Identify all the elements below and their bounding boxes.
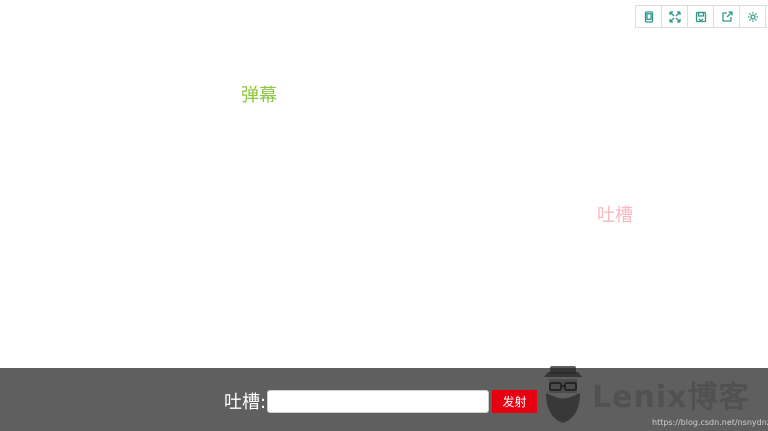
tablet-button[interactable] [636,6,662,28]
toolbar [635,5,767,28]
share-button[interactable] [714,6,740,28]
watermark-brand: Lenix博客 [592,380,750,415]
danmaku-message: 吐槽 [597,205,633,226]
gear-icon [747,12,758,22]
watermark-url: https://blog.csdn.net/nsnydnz [652,418,768,427]
fullscreen-button[interactable] [662,6,688,28]
danmaku-stage: 弹幕 吐槽 吐槽: 发射 Lenix博客 https://blog.csdn.n… [0,0,768,431]
save-icon [695,11,706,23]
settings-button[interactable] [740,6,766,28]
save-button[interactable] [688,6,714,28]
tablet-icon [644,11,653,23]
watermark-avatar-icon [544,366,582,423]
fullscreen-icon [668,11,681,23]
danmaku-input[interactable] [267,390,489,413]
input-label: 吐槽: [224,392,267,413]
danmaku-message: 弹幕 [241,85,277,106]
send-button[interactable]: 发射 [492,390,537,413]
share-icon [721,11,733,22]
